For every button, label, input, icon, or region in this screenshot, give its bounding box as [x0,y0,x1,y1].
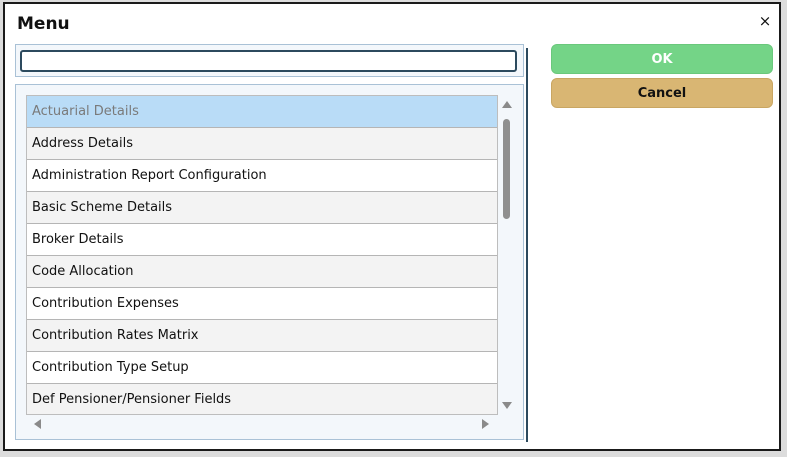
list-item[interactable]: Contribution Rates Matrix [27,320,497,352]
scroll-left-arrow-icon[interactable] [34,419,41,429]
scroll-up-arrow-icon[interactable] [502,101,512,108]
dialog-title: Menu [17,14,70,34]
vertical-scroll-thumb[interactable] [503,119,510,219]
horizontal-scrollbar[interactable] [26,417,498,431]
list-item[interactable]: Code Allocation [27,256,497,288]
menu-list-panel: Actuarial Details Address Details Administ… [15,84,524,440]
ok-button[interactable]: OK [551,44,773,74]
panel-divider [526,48,528,442]
list-item[interactable]: Address Details [27,128,497,160]
list-item[interactable]: Administration Report Configuration [27,160,497,192]
list-item[interactable]: Broker Details [27,224,497,256]
search-input[interactable] [20,50,517,72]
scroll-down-arrow-icon[interactable] [502,402,512,409]
scroll-right-arrow-icon[interactable] [482,419,489,429]
list-item[interactable]: Def Pensioner/Pensioner Fields [27,384,497,414]
menu-list: Actuarial Details Address Details Administ… [26,95,498,415]
vertical-scrollbar[interactable] [500,95,514,415]
list-item[interactable]: Basic Scheme Details [27,192,497,224]
search-container [15,44,524,77]
list-item[interactable]: Contribution Type Setup [27,352,497,384]
list-item[interactable]: Contribution Expenses [27,288,497,320]
cancel-button[interactable]: Cancel [551,78,773,108]
list-item[interactable]: Actuarial Details [27,96,497,128]
menu-dialog: Menu × Actuarial Details Address Details A… [3,2,781,451]
close-icon[interactable]: × [757,13,773,29]
